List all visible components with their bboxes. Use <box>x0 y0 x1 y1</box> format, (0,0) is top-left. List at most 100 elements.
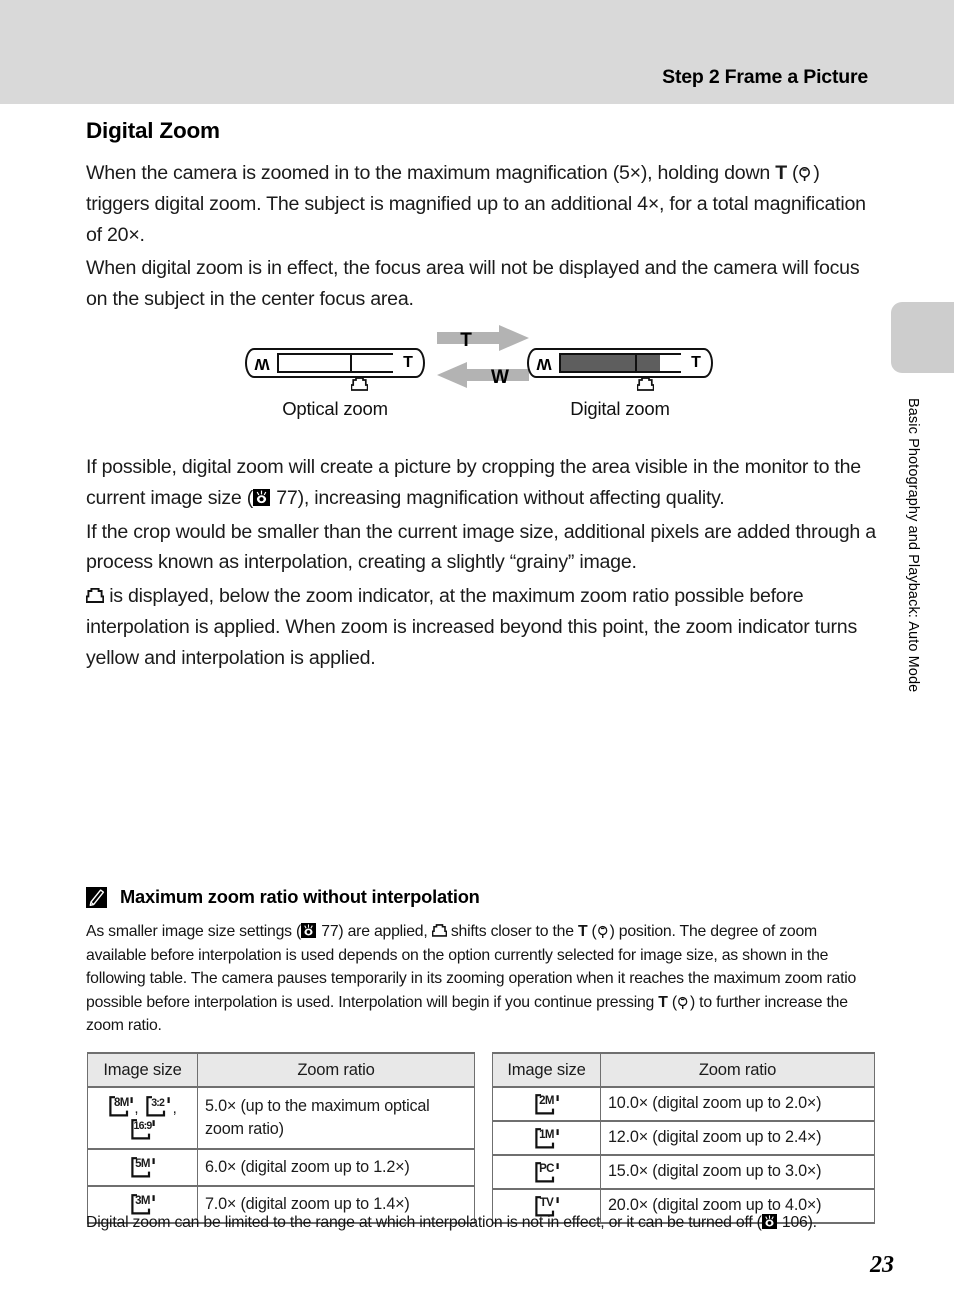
note-text-a: As smaller image size settings ( <box>86 923 302 940</box>
note-body-text: As smaller image size settings ( 77) are… <box>86 923 857 1035</box>
digital-zoom-tail-line <box>635 352 681 355</box>
digital-zoom-caption: Digital zoom <box>570 398 670 419</box>
note-text-b: ) are applied, <box>338 923 432 940</box>
paragraph-focus-area: When digital zoom is in effect, the focu… <box>86 257 860 311</box>
interpolation-marker-glyph-note <box>431 924 447 937</box>
zoom-ratio-tables: Image size Zoom ratio 8M, 3:2, 16:9 5.0× … <box>87 1052 875 1224</box>
tele-end-label-digital: T <box>691 354 701 371</box>
interpolation-marker-icon-digital <box>637 378 654 391</box>
interpolation-marker-icon <box>351 378 368 391</box>
column-header-zoom-ratio: Zoom ratio <box>197 1052 475 1088</box>
note-page-ref-1: 77 <box>321 923 339 940</box>
pencil-note-icon <box>86 886 107 908</box>
chapter-tab <box>891 302 954 373</box>
table-row: 1M 12.0× (digital zoom up to 2.4×) <box>492 1121 875 1156</box>
paragraph-interpolation: If the crop would be smaller than the cu… <box>86 520 876 574</box>
cell-zoom-ratio: 15.0× (digital zoom up to 3.0×) <box>600 1155 875 1190</box>
main-content: Digital Zoom When the camera is zoomed i… <box>86 118 876 318</box>
para3-text-b: ), increasing magnification without affe… <box>297 486 725 509</box>
page-title: Digital Zoom <box>86 118 220 143</box>
note-block: Maximum zoom ratio without interpolation… <box>86 886 876 1038</box>
digital-range-fill <box>637 355 660 371</box>
cell-zoom-ratio: 5.0× (up to the maximum optical zoom rat… <box>197 1087 475 1151</box>
optical-range-fill <box>561 355 636 371</box>
image-size-icon-label: 2M <box>539 1094 554 1107</box>
wide-direction-arrow: W <box>437 362 529 393</box>
paragraph-digital-zoom-intro: When the camera is zoomed in to the maxi… <box>86 162 866 246</box>
image-size-icon-label: 8M <box>113 1097 129 1109</box>
svg-text:W: W <box>491 367 509 388</box>
see-reference-icon-note <box>301 923 317 938</box>
wide-end-label-digital: W <box>536 355 552 372</box>
cell-image-size: PC <box>492 1155 601 1190</box>
optical-zoom-indicator: W T <box>245 348 425 391</box>
column-header-image-size: Image size <box>87 1052 198 1088</box>
page-header-title: Step 2 Frame a Picture <box>662 66 868 88</box>
footnote-page-ref: 106 <box>781 1214 808 1231</box>
para5-text: is displayed, below the zoom indicator, … <box>86 585 857 669</box>
tele-end-label: T <box>403 354 413 371</box>
image-size-icon-label: 3M <box>135 1195 150 1207</box>
optical-zoom-tail-line <box>349 352 393 355</box>
table-row: 5M 6.0× (digital zoom up to 1.2×) <box>87 1149 475 1187</box>
cell-image-size: 8M, 3:2, 16:9 <box>87 1087 198 1151</box>
note-text-c: shifts closer to the <box>446 923 578 940</box>
note-heading-text: Maximum zoom ratio without interpolation <box>120 886 480 907</box>
image-size-icon-label: PC <box>539 1162 554 1175</box>
image-size-icon-label: 16:9 <box>133 1120 152 1132</box>
page-number: 23 <box>870 1252 894 1278</box>
cell-image-size: 2M <box>492 1087 601 1122</box>
main-content-lower: If possible, digital zoom will create a … <box>86 452 876 677</box>
magnifier-icon <box>798 165 813 182</box>
zoom-ratio-table-right: Image size Zoom ratio 2M 10.0× (digital z… <box>492 1052 875 1224</box>
note-heading-row: Maximum zoom ratio without interpolation <box>86 886 876 908</box>
image-size-icon: 3:2 <box>143 1095 173 1118</box>
table-header-row: Image size Zoom ratio <box>492 1052 875 1088</box>
digital-zoom-indicator-body: W T <box>527 348 713 378</box>
image-size-icon: 8M <box>108 1095 134 1118</box>
table-footnote: Digital zoom can be limited to the range… <box>86 1211 876 1235</box>
zoom-indicator-figure: W T T W W T Optical zoom Digital zoom <box>0 318 876 438</box>
cell-zoom-ratio: 12.0× (digital zoom up to 2.4×) <box>600 1121 875 1156</box>
magnifier-icon-note-1 <box>597 924 610 939</box>
image-size-icon: 2M <box>534 1093 560 1116</box>
footnote-text-b: ). <box>807 1214 817 1231</box>
tele-button-label: T <box>775 162 787 184</box>
tele-direction-arrow: T <box>437 325 529 356</box>
zoom-ratio-table-left: Image size Zoom ratio 8M, 3:2, 16:9 5.0× … <box>87 1052 475 1224</box>
table-row: 2M 10.0× (digital zoom up to 2.0×) <box>492 1087 875 1122</box>
chapter-tab-label: Basic Photography and Playback: Auto Mod… <box>905 398 921 693</box>
column-header-image-size: Image size <box>492 1052 601 1088</box>
zoom-direction-arrows: T W <box>437 318 537 398</box>
cell-zoom-ratio: 6.0× (digital zoom up to 1.2×) <box>197 1149 475 1187</box>
digital-zoom-indicator: W T <box>527 348 713 391</box>
optical-zoom-indicator-body: W T <box>245 348 425 378</box>
column-header-zoom-ratio: Zoom ratio <box>600 1052 875 1088</box>
image-size-icon: PC <box>534 1161 560 1184</box>
image-size-icon: 1M <box>534 1127 560 1150</box>
image-size-icon-label: 5M <box>135 1158 150 1170</box>
interpolation-marker-glyph <box>86 588 104 604</box>
image-size-icon: 16:9 <box>128 1118 158 1141</box>
cell-image-size: 5M <box>87 1149 198 1187</box>
svg-text:T: T <box>460 330 472 351</box>
image-size-icon-label: TV <box>539 1196 554 1209</box>
image-size-icon-label: 3:2 <box>151 1097 165 1109</box>
tele-button-label-note-2: T <box>658 993 668 1011</box>
digital-zoom-track <box>559 352 681 374</box>
see-reference-icon-footnote <box>761 1214 777 1229</box>
para1-text-a: When the camera is zoomed in to the maxi… <box>86 162 776 184</box>
footnote-text-a: Digital zoom can be limited to the range… <box>86 1214 762 1231</box>
magnifier-icon-note-2 <box>677 995 690 1010</box>
cell-zoom-ratio: 10.0× (digital zoom up to 2.0×) <box>600 1087 875 1122</box>
optical-zoom-track <box>277 352 393 374</box>
image-size-icon: 5M <box>130 1156 156 1179</box>
image-size-icon-label: 1M <box>539 1128 554 1141</box>
tele-button-label-note-1: T <box>577 923 588 940</box>
see-reference-icon <box>253 488 271 506</box>
optical-zoom-bottom-line <box>279 371 350 374</box>
table-row: 8M, 3:2, 16:9 5.0× (up to the maximum opt… <box>87 1087 475 1151</box>
table-row: PC 15.0× (digital zoom up to 3.0×) <box>492 1155 875 1190</box>
digital-zoom-bottom-line <box>561 371 660 374</box>
wide-end-label: W <box>254 355 270 372</box>
